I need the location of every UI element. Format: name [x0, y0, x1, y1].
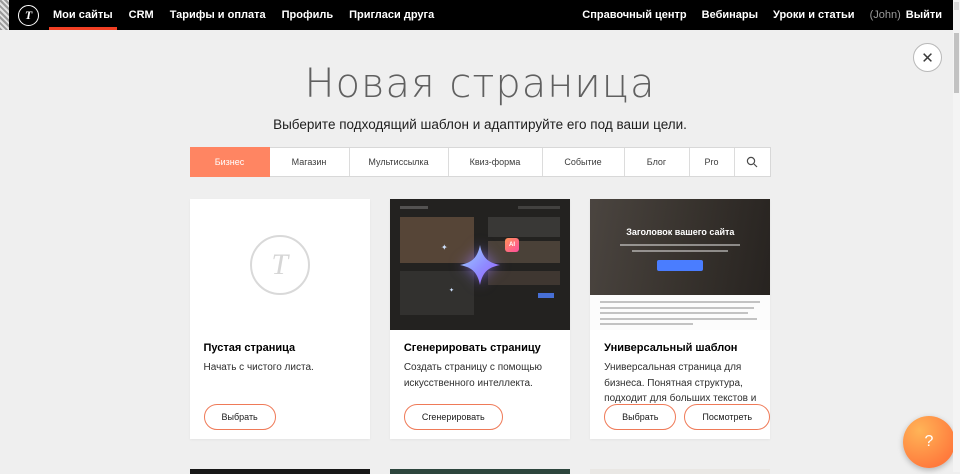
tilda-mark-icon: T: [250, 235, 310, 295]
template-category-tabs: Бизнес Магазин Мультиссылка Квиз-форма С…: [190, 147, 771, 177]
logout-link[interactable]: Выйти: [906, 0, 942, 30]
window-texture: [0, 0, 9, 30]
card-description: Начать с чистого листа.: [204, 360, 356, 376]
card-actions: Сгенерировать: [404, 404, 503, 430]
card-actions: Выбрать: [204, 404, 276, 430]
page-title: Новая страница: [0, 64, 960, 104]
choose-button[interactable]: Выбрать: [604, 404, 676, 430]
preview-placeholder: [600, 307, 754, 309]
tab-business[interactable]: Бизнес: [190, 147, 270, 177]
card-body: Сгенерировать страницу Создать страницу …: [390, 330, 570, 391]
card-title: Универсальный шаблон: [604, 342, 756, 354]
topbar: T Мои сайты CRM Тарифы и оплата Профиль …: [0, 0, 960, 30]
tab-shop[interactable]: Магазин: [270, 148, 350, 176]
nav-item-lessons[interactable]: Уроки и статьи: [773, 0, 855, 30]
choose-button[interactable]: Выбрать: [204, 404, 276, 430]
scrollbar-up-button[interactable]: [954, 2, 959, 10]
scrollbar-track: [953, 0, 960, 472]
ai-preview-image: ✦ ✦ AI: [390, 199, 570, 330]
scrollbar-thumb[interactable]: [954, 33, 959, 93]
preview-placeholder: [600, 301, 760, 303]
ai-star-icon: ✦ ✦ AI: [457, 242, 503, 288]
card-description: Создать страницу с помощью искусственног…: [404, 360, 556, 391]
search-icon: [746, 156, 758, 168]
tilda-logo-letter: T: [25, 8, 32, 23]
page-subtitle: Выберите подходящий шаблон и адаптируйте…: [0, 117, 960, 132]
card-title: Сгенерировать страницу: [404, 342, 556, 354]
nav-item-webinars[interactable]: Вебинары: [702, 0, 758, 30]
tilda-logo[interactable]: T: [18, 5, 39, 26]
preview-hero-button: [657, 260, 703, 271]
card-title: Пустая страница: [204, 342, 356, 354]
close-button[interactable]: ✕: [913, 43, 942, 72]
nav-item-my-sites[interactable]: Мои сайты: [53, 0, 113, 30]
preview-text-block: [590, 295, 770, 330]
user-name: (John): [870, 9, 901, 21]
generate-button[interactable]: Сгенерировать: [404, 404, 503, 430]
view-button[interactable]: Посмотреть: [684, 404, 770, 430]
card-universal-template: Заголовок вашего сайта Универсальный шаб…: [590, 199, 770, 439]
close-icon: ✕: [921, 49, 934, 67]
preview-placeholder: [600, 323, 693, 325]
preview-placeholder: [620, 244, 740, 246]
tab-search[interactable]: [735, 148, 770, 176]
nav-item-crm[interactable]: CRM: [129, 0, 154, 30]
preview-placeholder: [518, 206, 560, 209]
preview-placeholder: [600, 312, 748, 314]
preview-placeholder: [400, 206, 428, 209]
preview-placeholder: [632, 250, 728, 252]
nav-item-tariffs[interactable]: Тарифы и оплата: [170, 0, 266, 30]
nav-left: Мои сайты CRM Тарифы и оплата Профиль Пр…: [53, 0, 434, 30]
nav-item-help-center[interactable]: Справочный центр: [582, 0, 686, 30]
tab-event[interactable]: Событие: [543, 148, 625, 176]
ai-badge: AI: [505, 238, 519, 252]
template-cards-row: T Пустая страница Начать с чистого листа…: [190, 199, 771, 439]
universal-preview-image: Заголовок вашего сайта: [590, 199, 770, 330]
help-button[interactable]: ?: [903, 416, 955, 468]
card-blank-page: T Пустая страница Начать с чистого листа…: [190, 199, 370, 439]
nav-item-invite-friend[interactable]: Пригласи друга: [349, 0, 434, 30]
preview-placeholder: [488, 217, 560, 237]
tab-multilink[interactable]: Мультиссылка: [350, 148, 449, 176]
tab-blog[interactable]: Блог: [625, 148, 690, 176]
tilda-mark-letter: T: [271, 248, 288, 282]
nav-right: Справочный центр Вебинары Уроки и статьи…: [582, 0, 960, 30]
card-actions: Выбрать Посмотреть: [604, 404, 770, 430]
nav-item-profile[interactable]: Профиль: [282, 0, 333, 30]
card-body: Пустая страница Начать с чистого листа.: [190, 330, 370, 376]
preview-placeholder: [600, 318, 757, 320]
sparkle-icon: ✦: [441, 244, 448, 252]
help-icon: ?: [925, 433, 934, 451]
card-ai-generate: ✦ ✦ AI Сгенерировать страницу Создать ст…: [390, 199, 570, 439]
blank-page-preview: T: [190, 199, 370, 330]
tab-pro[interactable]: Pro: [690, 148, 735, 176]
tab-quiz-form[interactable]: Квиз-форма: [449, 148, 543, 176]
preview-hero: Заголовок вашего сайта: [590, 199, 770, 295]
sparkle-icon: ✦: [449, 288, 454, 294]
preview-hero-title: Заголовок вашего сайта: [590, 227, 770, 237]
preview-placeholder: [538, 293, 554, 298]
